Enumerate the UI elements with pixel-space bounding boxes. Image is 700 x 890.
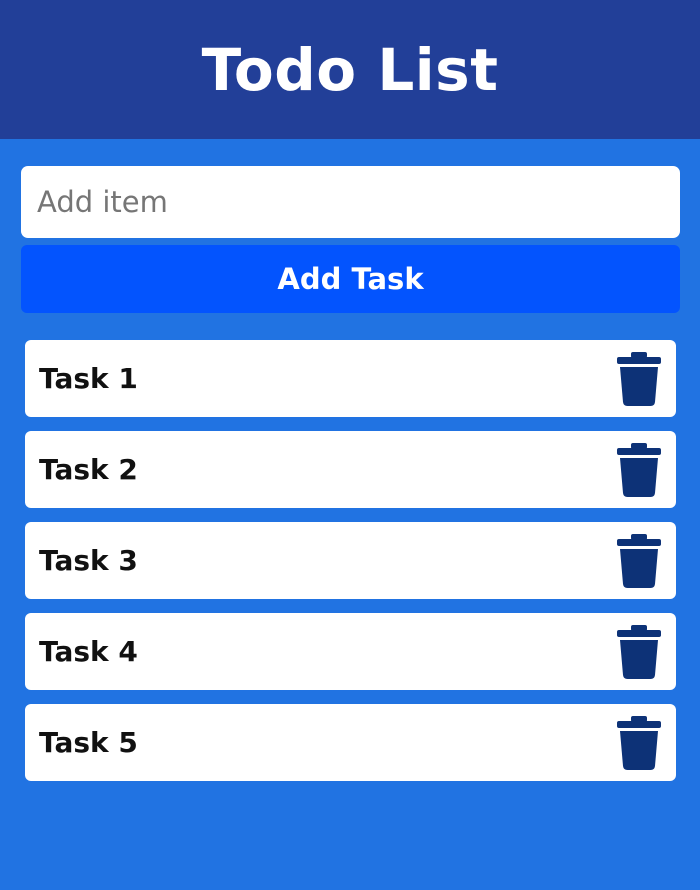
delete-task-button[interactable] — [616, 533, 662, 588]
delete-task-button[interactable] — [616, 624, 662, 679]
trash-icon — [617, 533, 661, 588]
task-label: Task 5 — [39, 726, 138, 759]
task-label: Task 1 — [39, 362, 138, 395]
task-list: Task 1 Task 2 Task 3 Task 4 Task 5 — [25, 340, 676, 795]
trash-icon — [617, 351, 661, 406]
task-label: Task 2 — [39, 453, 138, 486]
delete-task-button[interactable] — [616, 715, 662, 770]
add-task-button[interactable]: Add Task — [21, 245, 680, 313]
delete-task-button[interactable] — [616, 351, 662, 406]
task-item: Task 2 — [25, 431, 676, 508]
task-label: Task 3 — [39, 544, 138, 577]
page-title: Todo List — [201, 35, 499, 104]
task-item: Task 1 — [25, 340, 676, 417]
task-item: Task 3 — [25, 522, 676, 599]
task-item: Task 5 — [25, 704, 676, 781]
task-item: Task 4 — [25, 613, 676, 690]
delete-task-button[interactable] — [616, 442, 662, 497]
task-label: Task 4 — [39, 635, 138, 668]
trash-icon — [617, 715, 661, 770]
trash-icon — [617, 442, 661, 497]
add-item-input[interactable] — [21, 166, 680, 238]
trash-icon — [617, 624, 661, 679]
app-header: Todo List — [0, 0, 700, 139]
